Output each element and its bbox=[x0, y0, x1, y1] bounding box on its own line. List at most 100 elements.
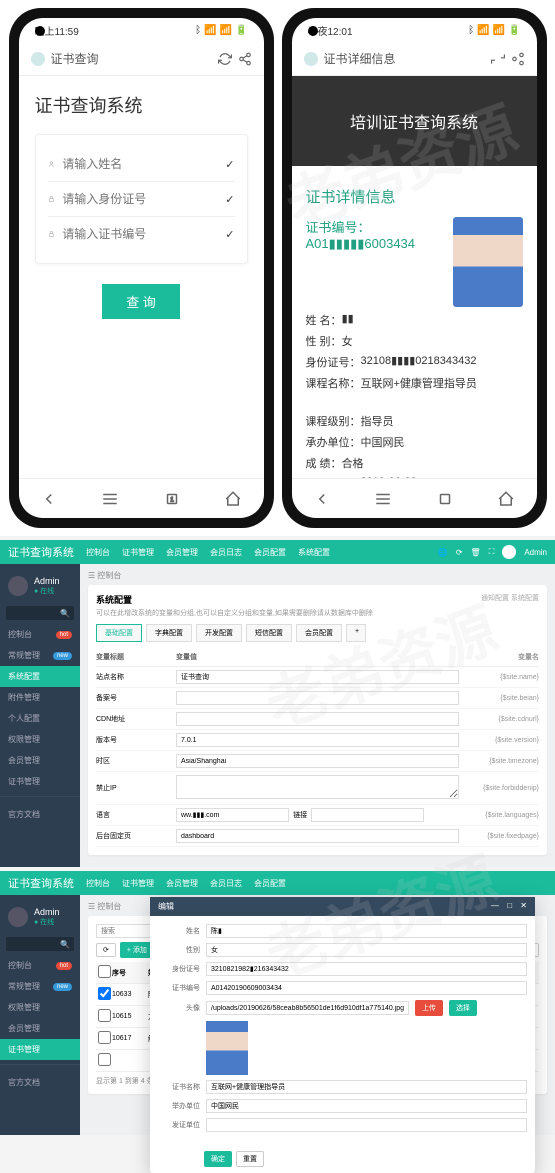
nav-member[interactable]: 会员管理 bbox=[166, 547, 198, 558]
banner-title: 培训证书查询系统 bbox=[350, 109, 478, 133]
sb-docs[interactable]: 官方文档 bbox=[0, 804, 80, 825]
lang-icon[interactable]: 🌐 bbox=[438, 548, 448, 557]
row-checkbox[interactable] bbox=[98, 1031, 111, 1044]
sb-auth[interactable]: 权限管理 bbox=[0, 729, 80, 750]
modal-sex-input[interactable] bbox=[206, 943, 527, 957]
refresh-icon[interactable]: ⟳ bbox=[456, 548, 463, 557]
home-icon[interactable] bbox=[224, 490, 242, 508]
sb-attach[interactable]: 附件管理 bbox=[0, 687, 80, 708]
cfg-row: 语言链接{$site.languages} bbox=[96, 805, 539, 826]
sb-cert[interactable]: 证书管理 bbox=[0, 1039, 80, 1060]
cert-input[interactable] bbox=[62, 227, 217, 241]
nav-sysconf[interactable]: 系统配置 bbox=[298, 547, 330, 558]
detail-section-title: 证书详情信息 bbox=[306, 186, 523, 207]
modal-host-input[interactable] bbox=[206, 1099, 527, 1113]
reset-button[interactable]: 重置 bbox=[236, 1151, 264, 1167]
refresh-button[interactable]: ⟳ bbox=[96, 943, 116, 957]
select-all-checkbox[interactable] bbox=[98, 965, 111, 978]
cert-row: ✓ bbox=[48, 217, 235, 251]
nav-dashboard[interactable]: 控制台 bbox=[86, 547, 110, 558]
row-checkbox[interactable] bbox=[98, 1053, 111, 1066]
nav-cert[interactable]: 证书管理 bbox=[122, 878, 154, 889]
tab-basic[interactable]: 基础配置 bbox=[96, 624, 142, 642]
submit-button[interactable]: 查 询 bbox=[102, 284, 180, 319]
sb-dashboard[interactable]: 控制台hot bbox=[0, 624, 80, 645]
close-icon[interactable]: ✕ bbox=[520, 901, 527, 910]
sb-sysconf[interactable]: 系统配置 bbox=[0, 666, 80, 687]
tabs-icon[interactable] bbox=[436, 490, 454, 508]
share-icon[interactable] bbox=[511, 52, 525, 66]
modal-certno-input[interactable] bbox=[206, 981, 527, 995]
cfg-input[interactable] bbox=[176, 670, 459, 684]
sb-dashboard[interactable]: 控制台hot bbox=[0, 955, 80, 976]
sb-general[interactable]: 常规管理new bbox=[0, 976, 80, 997]
sb-member[interactable]: 会员管理 bbox=[0, 1018, 80, 1039]
row-checkbox[interactable] bbox=[98, 1009, 111, 1022]
nav-cert[interactable]: 证书管理 bbox=[122, 547, 154, 558]
sb-personal[interactable]: 个人配置 bbox=[0, 708, 80, 729]
add-button[interactable]: + 添加 bbox=[120, 942, 154, 958]
cache-icon[interactable]: 🗑 bbox=[471, 548, 481, 557]
sb-general[interactable]: 常规管理new bbox=[0, 645, 80, 666]
fullscreen-icon[interactable]: ⛶ bbox=[489, 547, 495, 557]
panel-actions[interactable]: 通知配置 系统配置 bbox=[481, 593, 539, 618]
sidebar-search[interactable]: 🔍 bbox=[6, 937, 74, 951]
sb-auth[interactable]: 权限管理 bbox=[0, 997, 80, 1018]
tabs-icon[interactable]: 1 bbox=[163, 490, 181, 508]
avatar[interactable] bbox=[502, 545, 516, 559]
refresh-icon[interactable] bbox=[218, 52, 232, 66]
nav-log[interactable]: 会员日志 bbox=[210, 878, 242, 889]
cfg-row: 备案号{$site.beian} bbox=[96, 688, 539, 709]
ok-button[interactable]: 确定 bbox=[204, 1151, 232, 1167]
modal-certname-input[interactable] bbox=[206, 1080, 527, 1094]
nav-member[interactable]: 会员管理 bbox=[166, 878, 198, 889]
info-row: 性 别：女 bbox=[306, 333, 523, 349]
share-icon[interactable] bbox=[238, 52, 252, 66]
back-icon[interactable] bbox=[40, 490, 58, 508]
nav-dashboard[interactable]: 控制台 bbox=[86, 878, 110, 889]
modal-header[interactable]: 编辑 — □ ✕ bbox=[150, 897, 535, 916]
cfg-textarea[interactable] bbox=[176, 775, 459, 799]
sb-cert[interactable]: 证书管理 bbox=[0, 771, 80, 792]
modal-avatar-input[interactable] bbox=[206, 1001, 409, 1015]
nav-mconfig[interactable]: 会员配置 bbox=[254, 547, 286, 558]
name-input[interactable] bbox=[62, 157, 217, 171]
menu-icon[interactable] bbox=[101, 490, 119, 508]
maximize-icon[interactable]: □ bbox=[507, 901, 512, 910]
cfg-input[interactable] bbox=[176, 712, 459, 726]
modal-issuer-input[interactable] bbox=[206, 1118, 527, 1132]
tab-add[interactable]: + bbox=[346, 624, 366, 642]
tab-dev[interactable]: 开发配置 bbox=[196, 624, 242, 642]
cfg-row: 站点名称{$site.name} bbox=[96, 667, 539, 688]
modal-name-input[interactable] bbox=[206, 924, 527, 938]
lock-icon bbox=[48, 228, 55, 240]
cfg-input[interactable] bbox=[176, 691, 459, 705]
tab-sms[interactable]: 短信配置 bbox=[246, 624, 292, 642]
cfg-input[interactable] bbox=[311, 808, 424, 822]
cfg-input[interactable] bbox=[176, 733, 459, 747]
row-checkbox[interactable] bbox=[98, 987, 111, 1000]
cfg-input[interactable] bbox=[176, 829, 459, 843]
nav-mconfig[interactable]: 会员配置 bbox=[254, 878, 286, 889]
refresh-icon[interactable] bbox=[491, 52, 505, 66]
back-icon[interactable] bbox=[313, 490, 331, 508]
upload-button[interactable]: 上传 bbox=[415, 1000, 443, 1016]
col-title: 变量标题 bbox=[96, 652, 176, 662]
home-icon[interactable] bbox=[497, 490, 515, 508]
minimize-icon[interactable]: — bbox=[491, 901, 499, 910]
sb-member[interactable]: 会员管理 bbox=[0, 750, 80, 771]
select-button[interactable]: 选择 bbox=[449, 1000, 477, 1016]
cfg-input[interactable] bbox=[176, 808, 289, 822]
sb-docs[interactable]: 官方文档 bbox=[0, 1072, 80, 1093]
nav-log[interactable]: 会员日志 bbox=[210, 547, 242, 558]
username[interactable]: Admin bbox=[524, 548, 547, 557]
modal-idno-input[interactable] bbox=[206, 962, 527, 976]
cfg-input[interactable] bbox=[176, 754, 459, 768]
id-input[interactable] bbox=[62, 192, 217, 206]
tab-dict[interactable]: 字典配置 bbox=[146, 624, 192, 642]
col-name: 变量名 bbox=[459, 652, 539, 662]
menu-icon[interactable] bbox=[374, 490, 392, 508]
search-input[interactable] bbox=[96, 924, 156, 938]
tab-member[interactable]: 会员配置 bbox=[296, 624, 342, 642]
sidebar-search[interactable]: 🔍 bbox=[6, 606, 74, 620]
